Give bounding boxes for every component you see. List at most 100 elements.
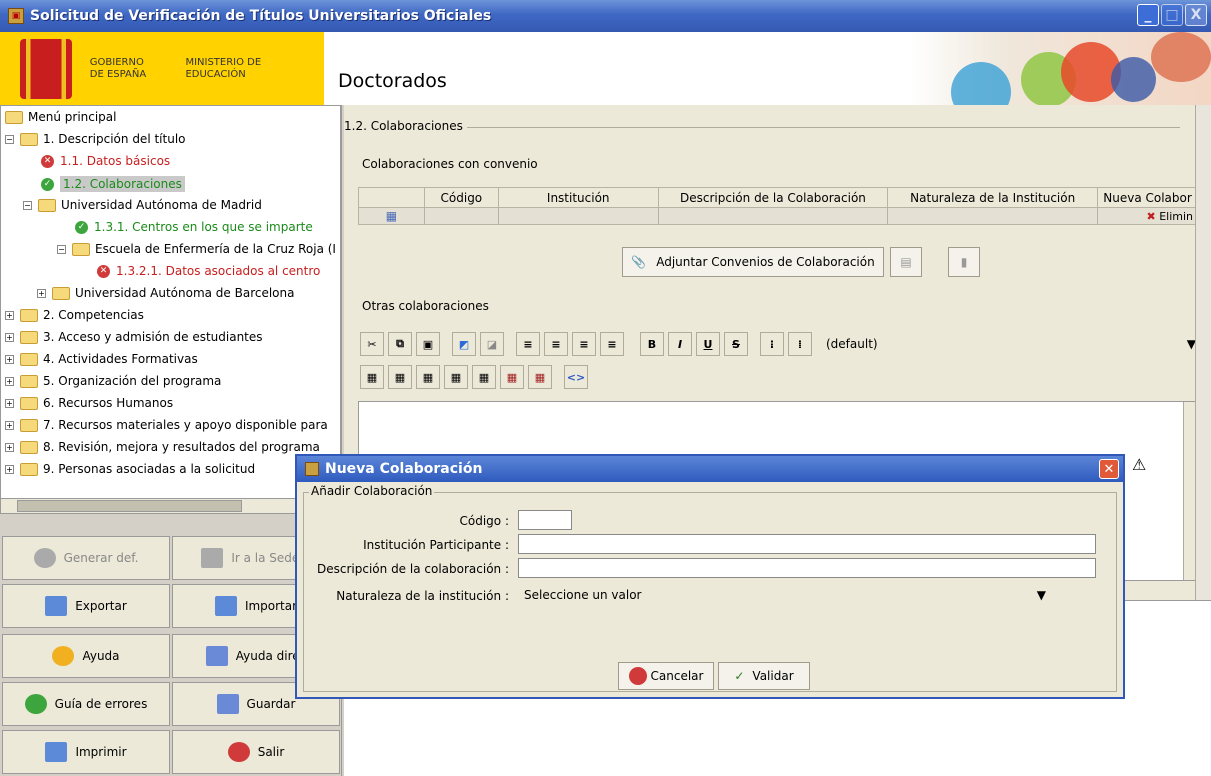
tree-root[interactable]: Menú principal bbox=[5, 110, 117, 124]
table-merge-icon[interactable]: ▦ bbox=[500, 365, 524, 389]
exit-icon bbox=[227, 742, 250, 762]
institucion-field[interactable] bbox=[518, 534, 1096, 554]
folder-icon bbox=[20, 308, 38, 322]
table-row: ▦ ✖ Elimin bbox=[358, 207, 1198, 225]
header-decoration bbox=[911, 32, 1211, 122]
strikethrough-icon[interactable]: S bbox=[724, 332, 748, 356]
align-right-icon[interactable]: ≡ bbox=[572, 332, 596, 356]
check-icon: ✓ bbox=[41, 177, 54, 191]
edit-icon[interactable]: ▦ bbox=[358, 207, 425, 225]
collapse-icon: − bbox=[23, 200, 32, 210]
main-vertical-scrollbar[interactable] bbox=[1195, 105, 1211, 600]
folder-icon bbox=[20, 132, 38, 146]
column-header: Código bbox=[423, 187, 499, 208]
table-delete-col-icon[interactable]: ▦ bbox=[472, 365, 496, 389]
scroll-thumb[interactable] bbox=[17, 500, 242, 512]
tree-item-uab[interactable]: + Universidad Autónoma de Barcelona bbox=[37, 286, 294, 300]
cut-icon[interactable]: ✂ bbox=[360, 332, 384, 356]
align-left-icon[interactable]: ≡ bbox=[516, 332, 540, 356]
align-center-icon[interactable]: ≡ bbox=[544, 332, 568, 356]
page-title: Doctorados bbox=[338, 70, 447, 92]
tree-item-descripcion[interactable]: −1. Descripción del título bbox=[5, 132, 186, 146]
tree-item-colaboraciones[interactable]: ✓ 1.2. Colaboraciones bbox=[41, 176, 185, 192]
codigo-label: Código : bbox=[459, 514, 510, 528]
convenio-title: Colaboraciones con convenio bbox=[362, 157, 538, 171]
table-insert-row-icon[interactable]: ▦ bbox=[388, 365, 412, 389]
bullet-list-icon[interactable]: ⁝ bbox=[760, 332, 784, 356]
error-icon: ✕ bbox=[97, 264, 110, 278]
table-insert-col-icon[interactable]: ▦ bbox=[416, 365, 440, 389]
table-delete-row-icon[interactable]: ▦ bbox=[444, 365, 468, 389]
minimize-button[interactable]: _ bbox=[1137, 4, 1159, 26]
tree-item-datos-basicos[interactable]: ✕ 1.1. Datos básicos bbox=[41, 154, 170, 168]
folder-icon bbox=[20, 462, 38, 476]
source-code-icon[interactable]: <> bbox=[564, 365, 588, 389]
copy-icon[interactable]: ⧉ bbox=[388, 332, 412, 356]
generar-button[interactable]: Generar def. bbox=[2, 536, 170, 580]
folder-icon bbox=[20, 396, 38, 410]
tree-item-competencias[interactable]: +2. Competencias bbox=[5, 308, 144, 322]
guia-errores-button[interactable]: Guía de errores bbox=[2, 682, 170, 726]
save-file-button[interactable]: ▤ bbox=[890, 247, 922, 277]
close-button[interactable]: X bbox=[1185, 4, 1207, 26]
tree-item-acceso[interactable]: +3. Acceso y admisión de estudiantes bbox=[5, 330, 263, 344]
app-icon: ▣ bbox=[8, 8, 24, 24]
tree-item-datos-centro[interactable]: ✕ 1.3.2.1. Datos asociados al centro bbox=[97, 264, 320, 278]
style-select[interactable]: (default) ▼ bbox=[820, 332, 1200, 356]
window-titlebar: ▣ Solicitud de Verificación de Títulos U… bbox=[0, 0, 1211, 32]
folder-icon bbox=[72, 242, 90, 256]
gobierno-label: GOBIERNO DE ESPAÑA bbox=[89, 56, 147, 80]
bold-icon[interactable]: B bbox=[640, 332, 664, 356]
paperclip-icon: 📎 bbox=[631, 255, 647, 269]
image-icon[interactable]: ◩ bbox=[452, 332, 476, 356]
action-buttons-panel: Generar def. Ir a la Sede E Exportar Imp… bbox=[0, 514, 341, 776]
tree-item-actividades[interactable]: +4. Actividades Formativas bbox=[5, 352, 198, 366]
numbered-list-icon[interactable]: ⁞ bbox=[788, 332, 812, 356]
tree-item-centros[interactable]: ✓ 1.3.1. Centros en los que se imparte bbox=[75, 220, 313, 234]
column-header: Descripción de la Colaboración bbox=[657, 187, 889, 208]
exportar-button[interactable]: Exportar bbox=[2, 584, 170, 628]
tree-item-personas[interactable]: +9. Personas asociadas a la solicitud bbox=[5, 462, 255, 476]
tree-horizontal-scrollbar[interactable] bbox=[0, 498, 341, 514]
imprimir-button[interactable]: Imprimir bbox=[2, 730, 170, 774]
image-alt-icon[interactable]: ◪ bbox=[480, 332, 504, 356]
tree-item-escuela[interactable]: − Escuela de Enfermería de la Cruz Roja (… bbox=[57, 242, 336, 256]
dialog-group-title: Añadir Colaboración bbox=[309, 484, 435, 498]
salir-button[interactable]: Salir bbox=[172, 730, 340, 774]
table-icon[interactable]: ▦ bbox=[360, 365, 384, 389]
warning-icon: ⚠ bbox=[1132, 455, 1147, 474]
folder-icon bbox=[20, 440, 38, 454]
expand-icon: + bbox=[37, 288, 46, 298]
import-icon bbox=[214, 596, 237, 616]
tree-item-uam[interactable]: − Universidad Autónoma de Madrid bbox=[23, 198, 262, 212]
window-title: Solicitud de Verificación de Títulos Uni… bbox=[30, 8, 492, 24]
descripcion-field[interactable] bbox=[518, 558, 1096, 578]
printer-icon bbox=[45, 742, 68, 762]
folder-icon bbox=[20, 374, 38, 388]
cancelar-button[interactable]: Cancelar bbox=[618, 662, 714, 690]
paste-icon[interactable]: ▣ bbox=[416, 332, 440, 356]
trash-icon[interactable]: ▮ bbox=[948, 247, 980, 277]
codigo-field[interactable] bbox=[518, 510, 572, 530]
app-header: GOBIERNO DE ESPAÑA MINISTERIO DE EDUCACI… bbox=[0, 32, 1211, 122]
validar-button[interactable]: ✓ Validar bbox=[718, 662, 810, 690]
tree-item-recursos-materiales[interactable]: +7. Recursos materiales y apoyo disponib… bbox=[5, 418, 328, 432]
ayuda-button[interactable]: Ayuda bbox=[2, 634, 170, 678]
adjuntar-button[interactable]: 📎 Adjuntar Convenios de Colaboración bbox=[622, 247, 884, 277]
descripcion-label: Descripción de la colaboración : bbox=[317, 562, 509, 576]
naturaleza-select[interactable]: Seleccione un valor ▼ bbox=[518, 584, 1052, 606]
delete-row-button[interactable]: ✖ Elimin bbox=[1097, 207, 1198, 225]
maximize-button[interactable]: □ bbox=[1161, 4, 1183, 26]
table-split-icon[interactable]: ▦ bbox=[528, 365, 552, 389]
column-header: Institución bbox=[497, 187, 659, 208]
tree-item-organizacion[interactable]: +5. Organización del programa bbox=[5, 374, 221, 388]
tree-item-recursos-humanos[interactable]: +6. Recursos Humanos bbox=[5, 396, 173, 410]
collapse-icon: − bbox=[5, 134, 14, 144]
tree-item-revision[interactable]: +8. Revisión, mejora y resultados del pr… bbox=[5, 440, 320, 454]
dialog-close-button[interactable]: ✕ bbox=[1099, 459, 1119, 479]
italic-icon[interactable]: I bbox=[668, 332, 692, 356]
check-icon bbox=[24, 694, 47, 714]
justify-icon[interactable]: ≡ bbox=[600, 332, 624, 356]
dialog-title: Nueva Colaboración bbox=[325, 461, 483, 477]
underline-icon[interactable]: U bbox=[696, 332, 720, 356]
